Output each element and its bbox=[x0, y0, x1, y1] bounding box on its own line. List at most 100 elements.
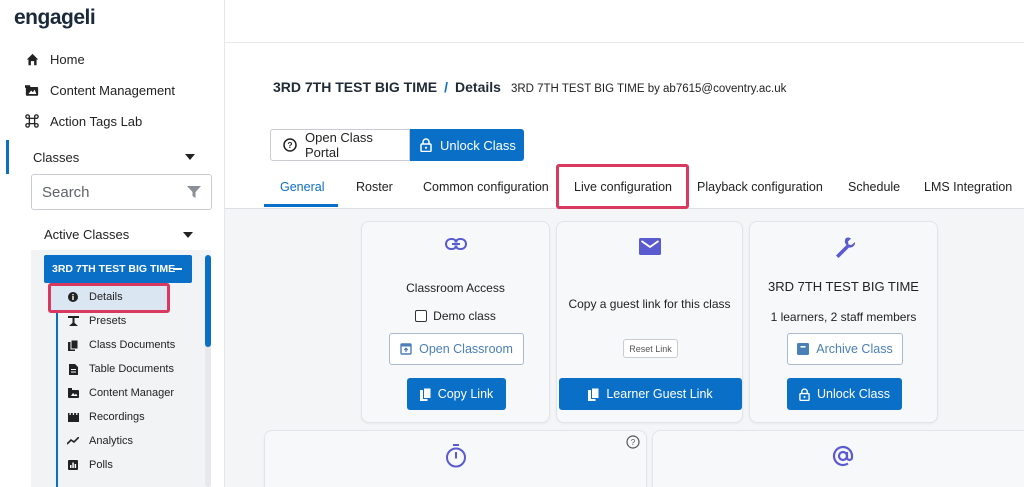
class-members-count: 1 learners, 2 staff members bbox=[770, 310, 917, 324]
subnav-item-label: Analytics bbox=[89, 435, 134, 447]
open-class-portal-button[interactable]: ? Open Class Portal bbox=[270, 129, 410, 161]
sidebar-classes-toggle[interactable]: Classes bbox=[6, 140, 215, 174]
search-placeholder: Search bbox=[42, 183, 90, 201]
subnav-item-polls[interactable]: Polls bbox=[67, 459, 113, 471]
learner-guest-link-label: Learner Guest Link bbox=[606, 387, 713, 401]
card-unlock-class-label: Unlock Class bbox=[817, 387, 890, 401]
unlock-class-button[interactable]: Unlock Class bbox=[410, 129, 524, 161]
class-item-selected[interactable]: 3RD 7TH TEST BIG TIME bbox=[44, 255, 192, 283]
tag-lab-icon bbox=[24, 113, 40, 129]
class-card-title: 3RD 7TH TEST BIG TIME bbox=[768, 279, 919, 294]
subnav-item-content-manager[interactable]: Content Manager bbox=[67, 387, 174, 399]
subnav-rail bbox=[56, 283, 58, 487]
archive-icon bbox=[797, 343, 810, 355]
tab-general[interactable]: General bbox=[280, 180, 324, 194]
subnav-item-table-documents[interactable]: Table Documents bbox=[67, 363, 174, 375]
sidebar-item-action-tags-lab[interactable]: Action Tags Lab bbox=[24, 113, 142, 129]
at-sign-icon bbox=[653, 444, 1024, 468]
stopwatch-icon bbox=[265, 444, 646, 468]
archive-class-button[interactable]: Archive Class bbox=[787, 333, 903, 365]
active-classes-toggle[interactable]: Active Classes bbox=[44, 227, 129, 242]
subnav-item-class-documents[interactable]: Class Documents bbox=[67, 339, 175, 351]
active-classes-label: Active Classes bbox=[44, 227, 130, 242]
sidebar-item-home[interactable]: Home bbox=[24, 51, 85, 67]
sidebar-item-label: Home bbox=[50, 51, 85, 67]
tab-playback-configuration[interactable]: Playback configuration bbox=[697, 180, 823, 194]
content-manager-icon bbox=[67, 388, 79, 398]
archive-class-label: Archive Class bbox=[816, 342, 893, 356]
subnav-item-details[interactable]: Details bbox=[67, 291, 123, 303]
tab-schedule[interactable]: Schedule bbox=[848, 180, 900, 194]
subnav-item-analytics[interactable]: Analytics bbox=[67, 435, 133, 447]
subnav-item-label: Recordings bbox=[89, 411, 145, 423]
help-circle-icon: ? bbox=[283, 138, 297, 152]
sidebar: engageli Home Content Management Action … bbox=[0, 0, 225, 487]
home-icon bbox=[24, 51, 40, 67]
guest-link-card: Copy a guest link for this class Reset L… bbox=[556, 221, 743, 423]
page-subtitle: 3RD 7TH TEST BIG TIME by ab7615@coventry… bbox=[510, 83, 787, 95]
lock-icon bbox=[420, 138, 432, 152]
help-circle-icon[interactable]: ? bbox=[626, 435, 640, 454]
sidebar-scrollbar-thumb[interactable] bbox=[205, 255, 211, 347]
reset-link-button[interactable]: Reset Link bbox=[623, 339, 678, 358]
open-classroom-button[interactable]: Open Classroom bbox=[389, 333, 524, 365]
sidebar-item-label: Action Tags Lab bbox=[50, 113, 143, 129]
top-bar bbox=[225, 0, 1024, 42]
wrench-icon bbox=[750, 235, 937, 259]
page-title: Details bbox=[455, 79, 501, 95]
tab-roster[interactable]: Roster bbox=[356, 180, 393, 194]
class-search-input[interactable]: Search bbox=[31, 174, 212, 210]
class-management-card: 3RD 7TH TEST BIG TIME 1 learners, 2 staf… bbox=[749, 221, 938, 423]
collapse-icon[interactable] bbox=[173, 268, 182, 270]
table-documents-icon bbox=[67, 363, 79, 375]
learner-guest-link-button[interactable]: Learner Guest Link bbox=[559, 378, 742, 410]
copy-icon bbox=[588, 387, 600, 401]
filter-icon[interactable] bbox=[187, 185, 201, 199]
mail-icon bbox=[557, 238, 742, 255]
copy-icon bbox=[419, 387, 431, 401]
polls-icon bbox=[67, 460, 79, 470]
subnav-item-label: Class Documents bbox=[89, 339, 176, 351]
engageli-logo[interactable]: engageli bbox=[14, 6, 96, 30]
lock-icon bbox=[799, 387, 810, 401]
breadcrumb-separator: / bbox=[444, 79, 449, 95]
open-classroom-label: Open Classroom bbox=[419, 342, 513, 356]
guest-link-title: Copy a guest link for this class bbox=[568, 297, 731, 311]
breadcrumb-class-title[interactable]: 3RD 7TH TEST BIG TIME bbox=[273, 79, 437, 95]
open-class-portal-label: Open Class Portal bbox=[305, 130, 373, 160]
copy-link-button[interactable]: Copy Link bbox=[407, 378, 506, 410]
card-unlock-class-button[interactable]: Unlock Class bbox=[787, 378, 902, 410]
live-configuration-highlight-box bbox=[556, 164, 689, 209]
breadcrumb: 3RD 7TH TEST BIG TIME / Details 3RD 7TH … bbox=[273, 79, 786, 95]
tab-common-configuration[interactable]: Common configuration bbox=[423, 180, 549, 194]
demo-class-checkbox-row[interactable]: Demo class bbox=[362, 309, 549, 323]
copy-link-label: Copy Link bbox=[437, 387, 494, 401]
demo-class-label: Demo class bbox=[433, 309, 496, 323]
subnav-item-label: Table Documents bbox=[89, 363, 174, 375]
folder-image-icon bbox=[24, 82, 40, 98]
class-name: 3RD 7TH TEST BIG TIME bbox=[52, 263, 176, 275]
sidebar-item-label: Content Management bbox=[50, 82, 176, 98]
timer-card: ? bbox=[264, 430, 647, 487]
chevron-down-icon bbox=[183, 232, 193, 238]
subnav-item-label: Polls bbox=[89, 459, 113, 471]
subnav-item-label: Presets bbox=[89, 315, 127, 327]
classes-label: Classes bbox=[33, 149, 80, 165]
classroom-access-title: Classroom Access bbox=[406, 281, 505, 295]
demo-class-checkbox[interactable] bbox=[415, 310, 428, 322]
subnav-item-recordings[interactable]: Recordings bbox=[67, 411, 145, 423]
sidebar-item-content-management[interactable]: Content Management bbox=[24, 82, 175, 98]
chevron-down-icon bbox=[185, 154, 195, 160]
subnav-item-presets[interactable]: Presets bbox=[67, 315, 126, 327]
unlock-class-label: Unlock Class bbox=[440, 137, 516, 153]
open-external-icon bbox=[400, 343, 412, 355]
tab-lms-integration[interactable]: LMS Integration bbox=[924, 180, 1012, 194]
documents-icon bbox=[67, 339, 79, 351]
svg-text:?: ? bbox=[631, 438, 636, 447]
link-icon bbox=[362, 238, 549, 250]
svg-text:?: ? bbox=[287, 140, 292, 150]
analytics-icon bbox=[67, 437, 79, 445]
info-icon bbox=[67, 292, 79, 302]
subnav-item-label: Content Manager bbox=[89, 387, 174, 399]
recordings-icon bbox=[67, 412, 79, 422]
